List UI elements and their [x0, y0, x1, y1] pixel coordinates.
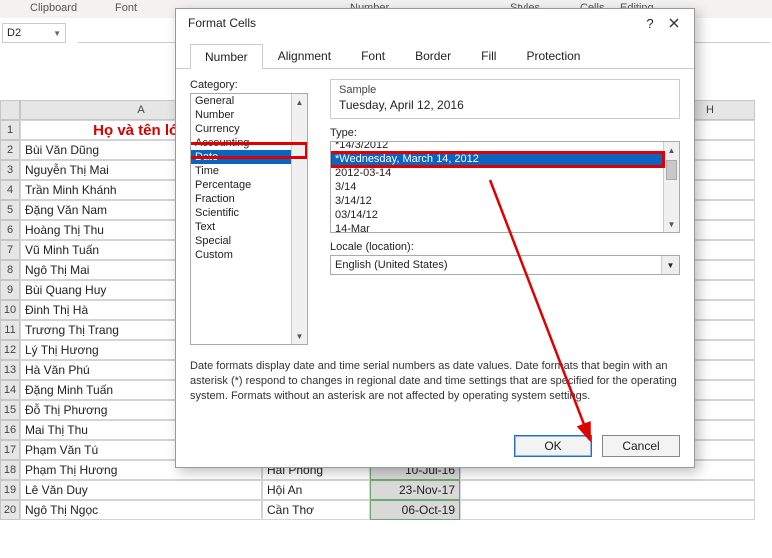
sample-box: Sample Tuesday, April 12, 2016	[330, 79, 680, 119]
row-header[interactable]: 20	[0, 500, 20, 520]
row-header[interactable]: 14	[0, 380, 20, 400]
scroll-up-icon[interactable]: ▲	[292, 94, 307, 110]
category-item[interactable]: Accounting	[191, 136, 307, 150]
dialog-titlebar: Format Cells ?	[176, 9, 694, 37]
cell-blank[interactable]	[460, 480, 755, 500]
tab-alignment[interactable]: Alignment	[263, 43, 346, 68]
cell-date[interactable]: 23-Nov-17	[370, 480, 460, 500]
locale-dropdown[interactable]: English (United States) ▼	[330, 255, 680, 275]
cell-name[interactable]: Ngô Thị Ngọc	[20, 500, 262, 520]
row-header[interactable]: 13	[0, 360, 20, 380]
category-item[interactable]: Time	[191, 164, 307, 178]
format-description: Date formats display date and time seria…	[190, 345, 680, 404]
row-header[interactable]: 17	[0, 440, 20, 460]
scroll-down-icon[interactable]: ▼	[664, 216, 679, 232]
cell-date[interactable]: 06-Oct-19	[370, 500, 460, 520]
dialog-title: Format Cells	[184, 16, 638, 30]
row-header[interactable]: 2	[0, 140, 20, 160]
category-label: Category:	[190, 79, 316, 91]
cancel-button[interactable]: Cancel	[602, 435, 680, 457]
scroll-thumb[interactable]	[666, 160, 677, 180]
type-item[interactable]: *14/3/2012	[331, 141, 679, 152]
format-cells-dialog: Format Cells ? Number Alignment Font Bor…	[175, 8, 695, 468]
row-header[interactable]: 7	[0, 240, 20, 260]
tab-number[interactable]: Number	[190, 44, 263, 69]
category-item[interactable]: Custom	[191, 248, 307, 262]
row-header[interactable]: 18	[0, 460, 20, 480]
select-all-corner[interactable]	[0, 100, 20, 120]
type-item[interactable]: 3/14/12	[331, 194, 679, 208]
type-item[interactable]: 03/14/12	[331, 208, 679, 222]
scrollbar[interactable]: ▲ ▼	[663, 142, 679, 232]
cell-city[interactable]: Cần Thơ	[262, 500, 370, 520]
help-button[interactable]: ?	[638, 11, 662, 35]
cell-name[interactable]: Lê Văn Duy	[20, 480, 262, 500]
tab-font[interactable]: Font	[346, 43, 400, 68]
category-listbox[interactable]: GeneralNumberCurrencyAccountingDateTimeP…	[190, 93, 308, 345]
category-item[interactable]: Special	[191, 234, 307, 248]
category-item[interactable]: Text	[191, 220, 307, 234]
cell-city[interactable]: Hội An	[262, 480, 370, 500]
category-item[interactable]: Date	[191, 150, 307, 164]
type-label: Type:	[330, 127, 680, 139]
row-header[interactable]: 16	[0, 420, 20, 440]
scroll-up-icon[interactable]: ▲	[664, 142, 679, 158]
category-item[interactable]: Percentage	[191, 178, 307, 192]
tab-border[interactable]: Border	[400, 43, 466, 68]
row-header[interactable]: 6	[0, 220, 20, 240]
row-header[interactable]: 4	[0, 180, 20, 200]
type-item[interactable]: *Wednesday, March 14, 2012	[331, 152, 679, 166]
row-header[interactable]: 11	[0, 320, 20, 340]
scrollbar[interactable]: ▲ ▼	[291, 94, 307, 344]
name-box[interactable]: D2 ▼	[2, 23, 66, 43]
cell-blank[interactable]	[460, 500, 755, 520]
ok-button[interactable]: OK	[514, 435, 592, 457]
row-header[interactable]: 5	[0, 200, 20, 220]
row-header[interactable]: 12	[0, 340, 20, 360]
row-header[interactable]: 3	[0, 160, 20, 180]
locale-label: Locale (location):	[330, 241, 680, 253]
tab-fill[interactable]: Fill	[466, 43, 511, 68]
locale-value: English (United States)	[335, 259, 448, 271]
tab-protection[interactable]: Protection	[511, 43, 595, 68]
category-item[interactable]: General	[191, 94, 307, 108]
category-item[interactable]: Scientific	[191, 206, 307, 220]
ribbon-label-font: Font	[115, 2, 137, 14]
type-item[interactable]: 2012-03-14	[331, 166, 679, 180]
type-listbox[interactable]: *14/3/2012*Wednesday, March 14, 20122012…	[330, 141, 680, 233]
close-button[interactable]	[662, 11, 686, 35]
category-item[interactable]: Number	[191, 108, 307, 122]
row-header[interactable]: 19	[0, 480, 20, 500]
row-header[interactable]: 15	[0, 400, 20, 420]
sample-value: Tuesday, April 12, 2016	[339, 98, 671, 112]
type-item[interactable]: 3/14	[331, 180, 679, 194]
chevron-down-icon: ▼	[53, 29, 61, 38]
row-header[interactable]: 8	[0, 260, 20, 280]
close-icon	[669, 18, 679, 28]
ribbon-label-clipboard: Clipboard	[30, 2, 77, 14]
category-item[interactable]: Currency	[191, 122, 307, 136]
chevron-down-icon: ▼	[661, 256, 679, 274]
sample-label: Sample	[339, 84, 671, 96]
dialog-tabs: Number Alignment Font Border Fill Protec…	[176, 37, 694, 69]
type-item[interactable]: 14-Mar	[331, 222, 679, 233]
row-header[interactable]: 10	[0, 300, 20, 320]
scroll-down-icon[interactable]: ▼	[292, 328, 307, 344]
row-header[interactable]: 9	[0, 280, 20, 300]
name-box-value: D2	[7, 27, 21, 39]
row-header[interactable]: 1	[0, 120, 20, 140]
category-item[interactable]: Fraction	[191, 192, 307, 206]
